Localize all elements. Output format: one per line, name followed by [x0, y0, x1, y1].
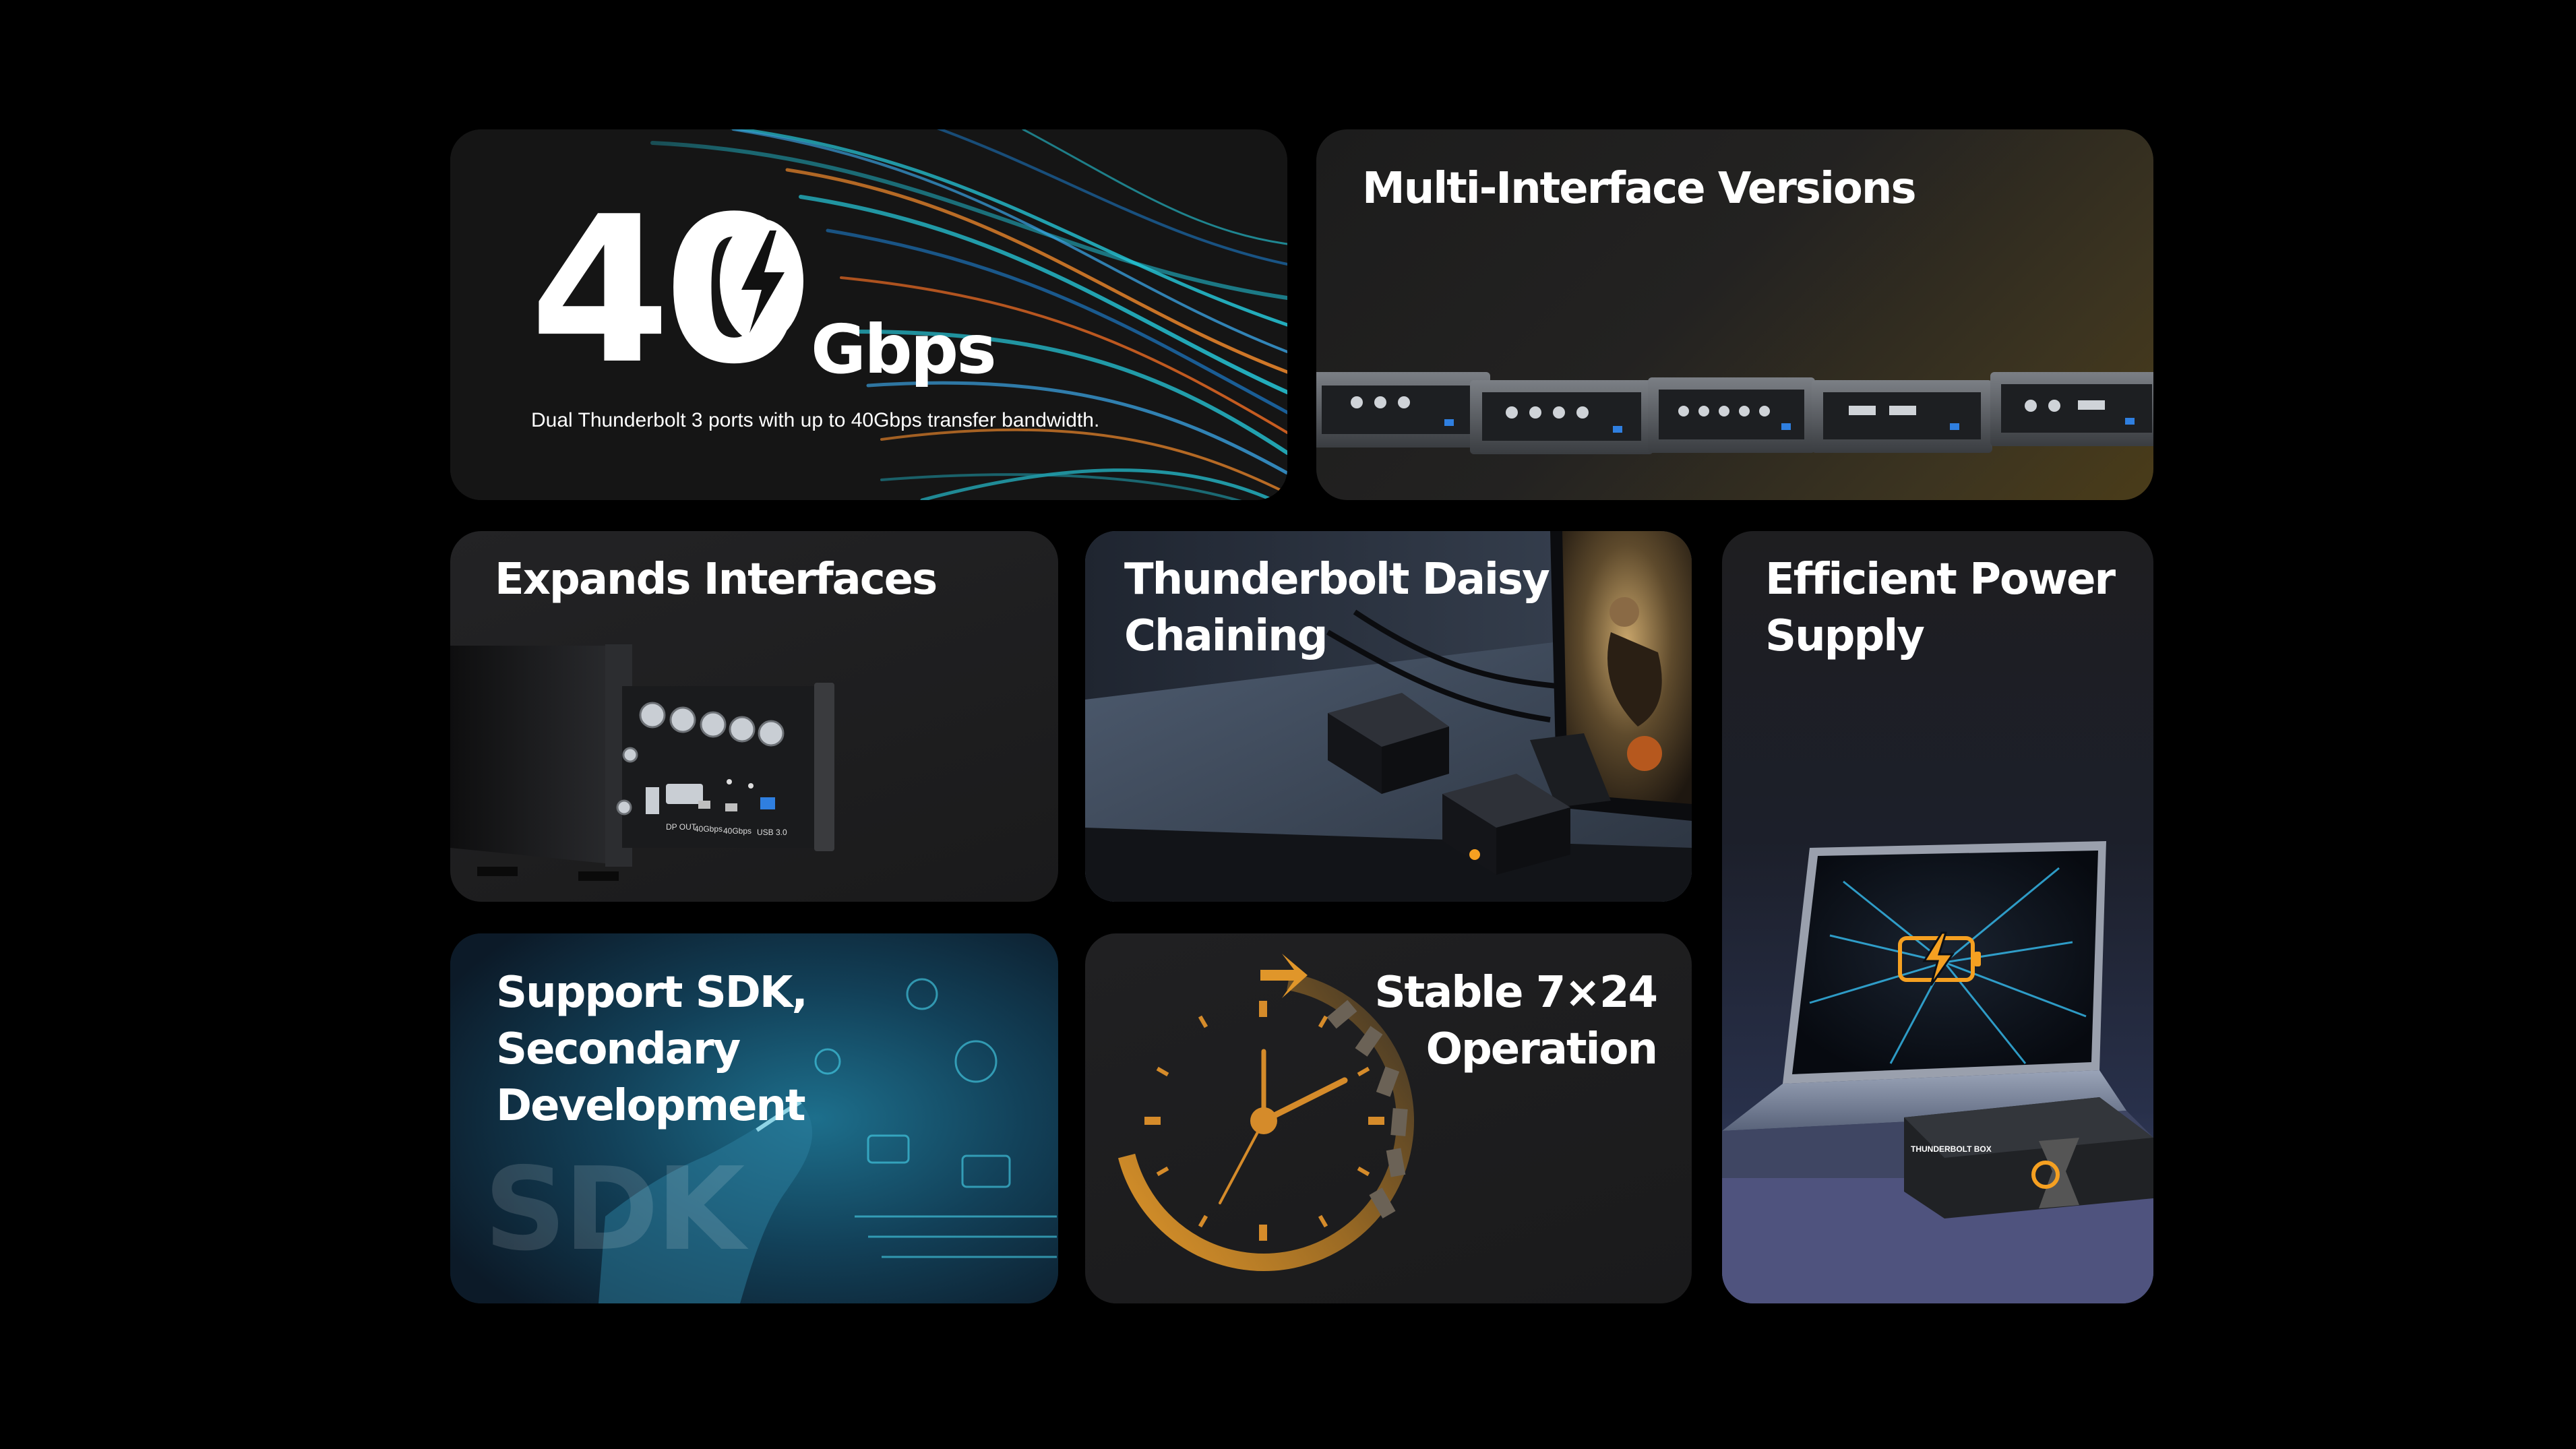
- card-title: Thunderbolt Daisy Chaining: [1124, 555, 1550, 661]
- bandwidth-caption: Dual Thunderbolt 3 ports with up to 40Gb…: [531, 409, 1100, 431]
- port-label-40gbps-b: 40Gbps: [723, 826, 752, 836]
- device-front-graphic: [450, 644, 834, 881]
- expands-interfaces-card: Expands Interfaces DP OUT 40Gbps 40Gbps …: [450, 531, 1058, 902]
- bandwidth-card: 40 Gbps Dual Thunderbolt 3 ports with up…: [450, 129, 1287, 500]
- device-lineup-graphic: [1316, 372, 2153, 454]
- device-label: THUNDERBOLT BOX: [1911, 1144, 1992, 1154]
- card-title: Stable 7×24 Operation: [1374, 968, 1658, 1074]
- sdk-card: SDK Support SDK, Secondary Development: [450, 933, 1058, 1303]
- card-title: Support SDK, Secondary Development: [496, 968, 808, 1131]
- multi-interface-card: Multi-Interface Versions: [1316, 129, 2153, 500]
- sdk-watermark: SDK: [484, 1143, 745, 1276]
- battery-charging-icon: [1897, 929, 1985, 989]
- laptop-scene-graphic: [1722, 841, 2153, 1303]
- port-label-40gbps-a: 40Gbps: [694, 824, 723, 834]
- bandwidth-unit: Gbps: [811, 310, 997, 389]
- port-label-usb: USB 3.0: [757, 828, 787, 837]
- port-label-dp-out: DP OUT: [666, 822, 697, 832]
- daisy-chaining-card: Thunderbolt Daisy Chaining: [1085, 531, 1692, 902]
- power-supply-card: Efficient Power Supply THUNDERBOLT BOX: [1722, 531, 2153, 1303]
- stable-operation-card: Stable 7×24 Operation: [1085, 933, 1692, 1303]
- lightning-bolt-icon: [714, 210, 809, 352]
